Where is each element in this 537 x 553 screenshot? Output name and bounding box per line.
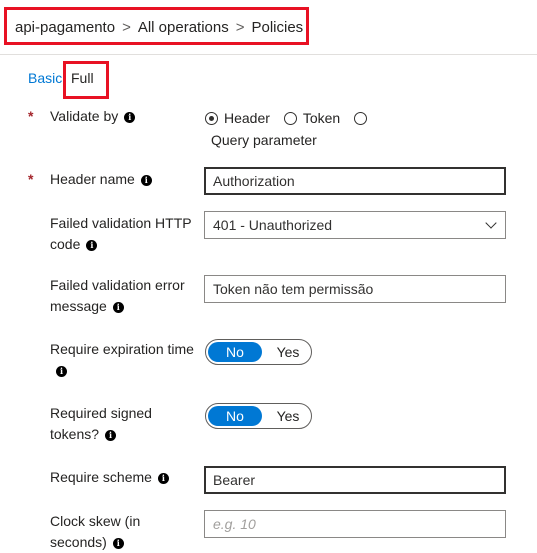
failed-code-label: Failed validation HTTP code i: [50, 213, 200, 255]
toggle-option-yes[interactable]: Yes: [266, 406, 310, 426]
tab-basic[interactable]: Basic: [28, 70, 62, 86]
info-icon[interactable]: i: [105, 430, 117, 441]
require-expiration-toggle[interactable]: No Yes: [205, 339, 312, 365]
radio-checked-icon: [205, 111, 218, 125]
required-signed-toggle[interactable]: No Yes: [205, 403, 312, 429]
breadcrumb-item-api[interactable]: api-pagamento: [15, 19, 115, 36]
info-icon[interactable]: i: [86, 240, 98, 251]
header-name-input[interactable]: Authorization: [204, 167, 506, 195]
label-text: Require expiration time: [50, 341, 194, 357]
failed-code-select[interactable]: 401 - Unauthorized: [204, 211, 506, 239]
clock-skew-input[interactable]: e.g. 10: [204, 510, 506, 538]
info-icon[interactable]: i: [140, 175, 152, 186]
header-name-label: Header name i: [50, 169, 200, 190]
radio-query-parameter-label[interactable]: Query parameter: [211, 132, 317, 148]
label-text: Required signed tokens?: [50, 405, 152, 442]
info-icon[interactable]: i: [112, 302, 124, 313]
radio-header[interactable]: Header: [205, 110, 270, 126]
tab-full[interactable]: Full: [71, 70, 94, 86]
label-text: Require scheme: [50, 469, 152, 485]
failed-message-input[interactable]: Token não tem permissão: [204, 275, 506, 303]
toggle-option-no[interactable]: No: [208, 342, 262, 362]
label-text: Validate by: [50, 108, 119, 124]
info-icon[interactable]: i: [124, 112, 136, 123]
select-value: 401 - Unauthorized: [213, 217, 333, 233]
radio-unchecked-icon: [283, 111, 297, 125]
breadcrumb-separator: >: [235, 19, 245, 36]
required-signed-label: Required signed tokens? i: [50, 403, 200, 445]
radio-query-parameter[interactable]: [354, 111, 373, 125]
require-expiration-label: Require expiration time i: [50, 339, 200, 381]
validate-by-radio-group: Header Token: [205, 110, 435, 128]
label-text: Failed validation HTTP code: [50, 215, 192, 252]
info-icon[interactable]: i: [157, 473, 169, 484]
radio-token[interactable]: Token: [283, 110, 341, 126]
clock-skew-label: Clock skew (in seconds) i: [50, 511, 200, 553]
toggle-option-no[interactable]: No: [208, 406, 262, 426]
info-icon[interactable]: i: [56, 366, 67, 377]
breadcrumb-bar: api-pagamento > All operations > Policies: [0, 0, 537, 55]
breadcrumb-item-all-operations[interactable]: All operations: [138, 19, 229, 36]
validate-by-label: Validate by i: [50, 106, 200, 127]
radio-label: Token: [302, 110, 341, 126]
info-icon[interactable]: i: [112, 538, 124, 549]
radio-label: Header: [224, 110, 270, 126]
label-text: Header name: [50, 171, 135, 187]
toggle-option-yes[interactable]: Yes: [266, 342, 310, 362]
required-marker: *: [28, 171, 34, 187]
failed-message-label: Failed validation error message i: [50, 275, 200, 317]
breadcrumb: api-pagamento > All operations > Policies: [15, 19, 303, 36]
required-marker: *: [28, 108, 34, 124]
require-scheme-input[interactable]: Bearer: [204, 466, 506, 494]
breadcrumb-item-policies[interactable]: Policies: [252, 19, 304, 36]
chevron-down-icon: [485, 217, 497, 229]
label-text: Clock skew (in seconds): [50, 513, 141, 550]
radio-unchecked-icon: [354, 111, 368, 125]
require-scheme-label: Require scheme i: [50, 467, 200, 488]
breadcrumb-separator: >: [122, 19, 131, 36]
